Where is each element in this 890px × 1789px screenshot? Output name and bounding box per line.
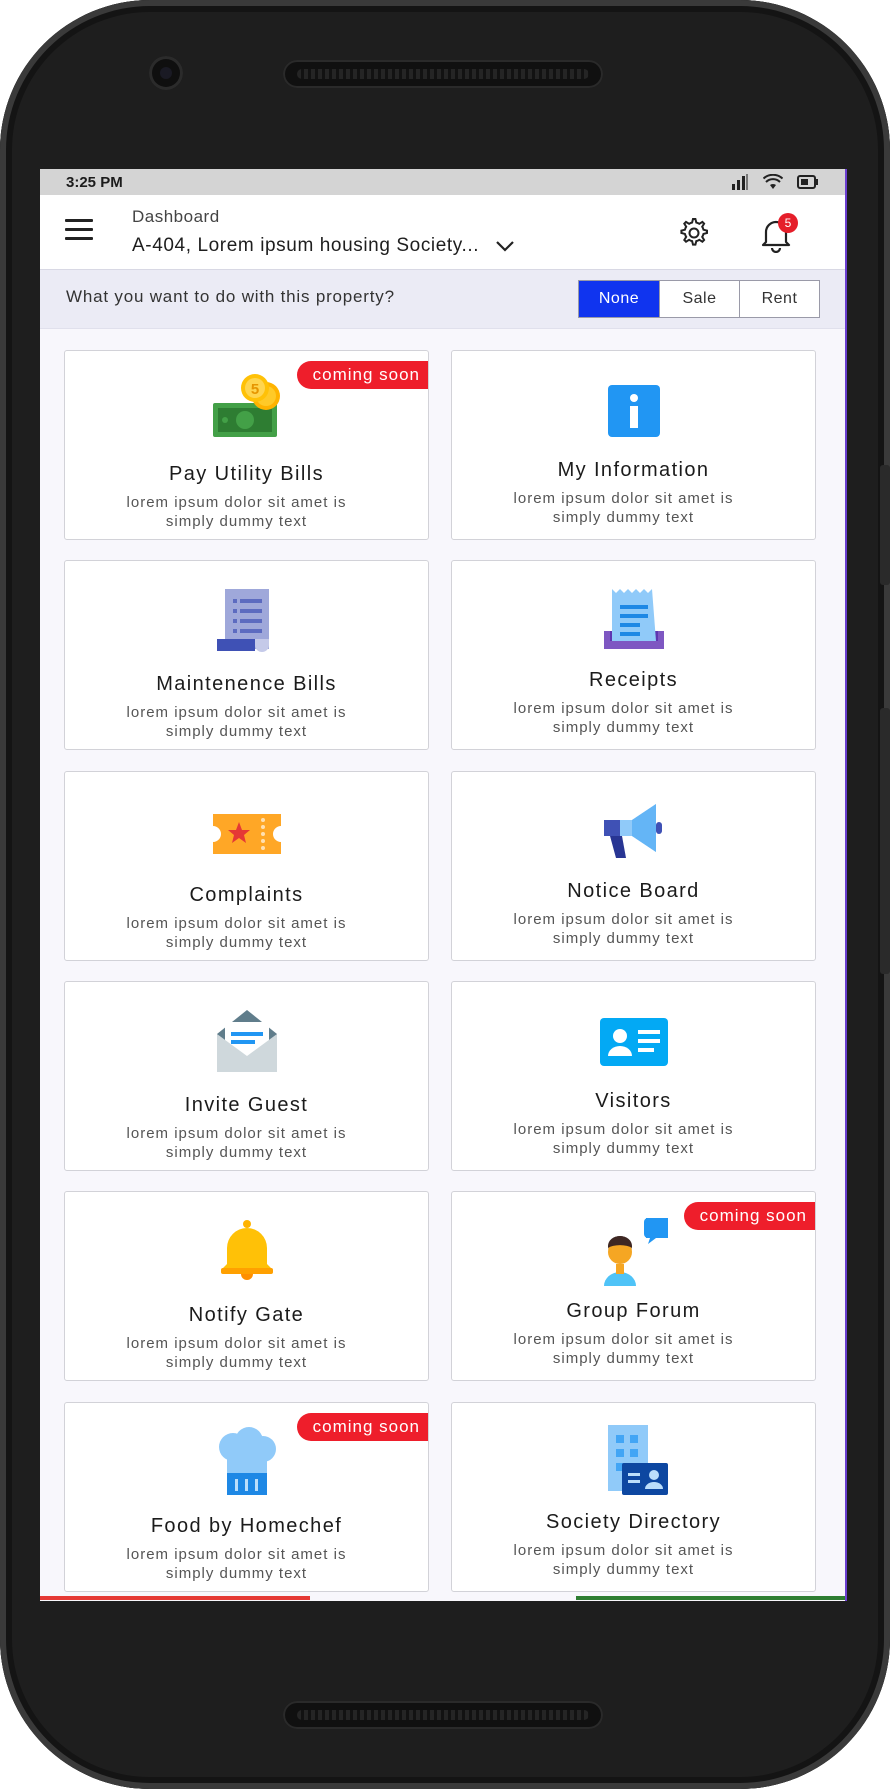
top-speaker (283, 60, 603, 88)
bell-icon (220, 1220, 273, 1280)
card-description: lorem ipsum dolor sit amet is simply dum… (126, 704, 347, 740)
building-contact-icon (607, 1425, 668, 1495)
card-my-information[interactable]: My Information lorem ipsum dolor sit ame… (451, 350, 816, 540)
card-group-forum[interactable]: Group Forum lorem ipsum dolor sit amet i… (451, 1191, 816, 1381)
gear-icon[interactable] (678, 217, 710, 249)
chef-hat-icon (218, 1427, 276, 1495)
bottom-accent-green (576, 1596, 845, 1600)
card-description: lorem ipsum dolor sit amet is simply dum… (126, 1125, 347, 1161)
card-title: Food by Homechef (150, 1515, 343, 1537)
document-list-icon (216, 589, 269, 652)
card-notice-board[interactable]: Notice Board lorem ipsum dolor sit amet … (451, 771, 816, 961)
card-title: Invite Guest (184, 1094, 309, 1116)
card-pay-utility-bills[interactable]: 5 Pay Utility Bills lorem ipsum dolor si… (64, 350, 429, 540)
card-description: lorem ipsum dolor sit amet is simply dum… (513, 1331, 734, 1367)
card-receipts[interactable]: Receipts lorem ipsum dolor sit amet is s… (451, 560, 816, 750)
phone-frame: 3:25 PM Dashboard A-404, Lorem ipsum hou… (0, 0, 890, 1789)
chevron-down-icon (496, 241, 514, 252)
card-description: lorem ipsum dolor sit amet is simply dum… (513, 490, 734, 526)
card-description: lorem ipsum dolor sit amet is simply dum… (513, 911, 734, 947)
card-description: lorem ipsum dolor sit amet is simply dum… (126, 915, 347, 951)
card-title: Maintenence Bills (156, 673, 337, 695)
ticket-star-icon (212, 814, 281, 854)
id-card-icon (599, 1018, 668, 1066)
card-title: Pay Utility Bills (169, 463, 324, 485)
card-title: Notify Gate (188, 1304, 305, 1326)
property-name: A-404, Lorem ipsum housing Society... (132, 235, 480, 256)
card-society-directory[interactable]: Society Directory lorem ipsum dolor sit … (451, 1402, 816, 1592)
card-title: My Information (557, 459, 710, 481)
card-notify-gate[interactable]: Notify Gate lorem ipsum dolor sit amet i… (64, 1191, 429, 1381)
card-title: Notice Board (567, 880, 700, 902)
coming-soon-badge: coming soon (683, 1202, 815, 1230)
megaphone-icon (603, 804, 662, 858)
person-chat-icon (603, 1218, 668, 1286)
card-invite-guest[interactable]: Invite Guest lorem ipsum dolor sit amet … (64, 981, 429, 1171)
coming-soon-badge: coming soon (296, 1413, 428, 1441)
envelope-icon (216, 1010, 277, 1072)
card-description: lorem ipsum dolor sit amet is simply dum… (513, 1542, 734, 1578)
card-description: lorem ipsum dolor sit amet is simply dum… (126, 494, 347, 530)
status-time: 3:25 PM (66, 173, 123, 191)
card-food-by-homechef[interactable]: Food by Homechef lorem ipsum dolor sit a… (64, 1402, 429, 1592)
card-complaints[interactable]: Complaints lorem ipsum dolor sit amet is… (64, 771, 429, 961)
card-title: Group Forum (566, 1300, 701, 1322)
option-none[interactable]: None (579, 281, 659, 317)
option-rent[interactable]: Rent (739, 281, 819, 317)
wifi-icon (763, 174, 783, 189)
battery-icon (797, 175, 818, 189)
card-title: Complaints (189, 884, 304, 906)
card-description: lorem ipsum dolor sit amet is simply dum… (126, 1546, 347, 1582)
bottom-accent-red (40, 1596, 310, 1600)
receipt-icon (603, 589, 664, 649)
property-intent-toggle: None Sale Rent (578, 280, 820, 318)
front-camera (149, 56, 183, 90)
property-question: What you want to do with this property? (66, 287, 395, 306)
app-screen: 3:25 PM Dashboard A-404, Lorem ipsum hou… (40, 169, 847, 1601)
page-subtitle: Dashboard (132, 207, 220, 226)
notification-badge: 5 (778, 213, 798, 233)
info-icon (607, 385, 660, 437)
property-selector[interactable]: A-404, Lorem ipsum housing Society... (132, 235, 515, 257)
status-icons (731, 174, 819, 190)
status-bar: 3:25 PM (40, 169, 845, 195)
property-intent-bar: What you want to do with this property? … (40, 270, 845, 329)
card-maintenence-bills[interactable]: Maintenence Bills lorem ipsum dolor sit … (64, 560, 429, 750)
option-sale[interactable]: Sale (659, 281, 739, 317)
card-description: lorem ipsum dolor sit amet is simply dum… (126, 1335, 347, 1371)
card-description: lorem ipsum dolor sit amet is simply dum… (513, 1121, 734, 1157)
power-button (880, 708, 890, 974)
card-title: Society Directory (546, 1511, 721, 1533)
hamburger-menu-icon[interactable] (65, 219, 93, 241)
money-coins-icon: 5 (212, 374, 280, 437)
card-title: Receipts (588, 669, 678, 691)
svg-text:5: 5 (250, 381, 258, 398)
volume-button (880, 465, 890, 585)
coming-soon-badge: coming soon (296, 361, 428, 389)
bottom-speaker (283, 1701, 603, 1729)
card-title: Visitors (595, 1090, 672, 1112)
app-bar: Dashboard A-404, Lorem ipsum housing Soc… (40, 195, 845, 270)
signal-icon (732, 174, 748, 190)
card-description: lorem ipsum dolor sit amet is simply dum… (513, 700, 734, 736)
card-visitors[interactable]: Visitors lorem ipsum dolor sit amet is s… (451, 981, 816, 1171)
